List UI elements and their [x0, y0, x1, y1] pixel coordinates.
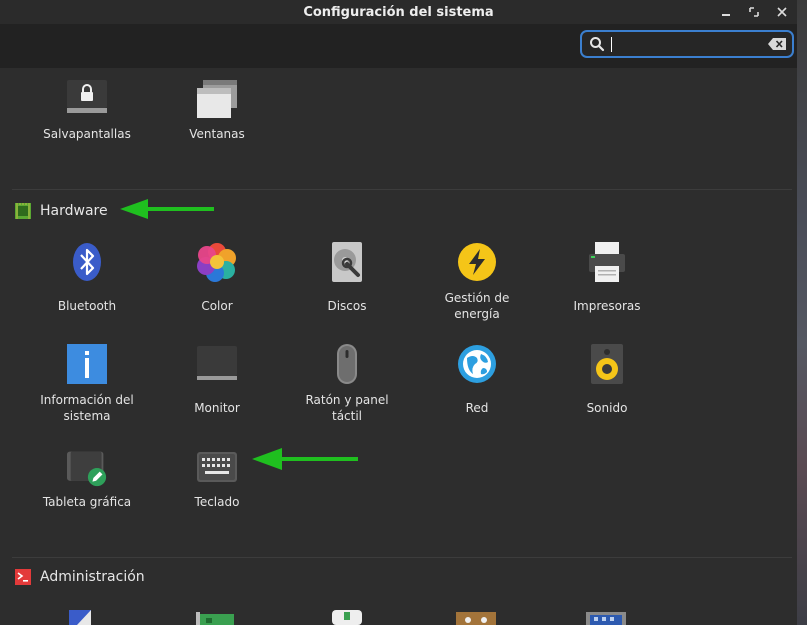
minimize-button[interactable] [717, 3, 735, 21]
settings-item-label: Monitor [194, 401, 240, 415]
settings-item-label: Red [465, 401, 489, 415]
clear-search-icon[interactable] [768, 38, 786, 50]
section-header-hardware: Hardware [14, 202, 108, 220]
partial-admin-icon-4[interactable] [456, 610, 496, 625]
partial-admin-icon-5[interactable] [586, 610, 626, 625]
settings-item-monitor[interactable]: Monitor [152, 344, 282, 424]
info-icon [67, 344, 107, 384]
printer-icon [589, 242, 625, 282]
settings-item-network[interactable]: Red [412, 344, 542, 424]
terminal-icon [15, 569, 31, 585]
settings-item-color[interactable]: Color [152, 242, 282, 322]
settings-item-mouse[interactable]: Ratón y panel táctil [282, 344, 412, 424]
settings-item-screensaver[interactable]: Salvapantallas [22, 78, 152, 148]
section-divider [12, 557, 792, 558]
maximize-icon [749, 7, 759, 17]
partial-admin-icon-1[interactable] [67, 608, 107, 625]
settings-item-label: Gestión de [444, 291, 510, 305]
settings-item-label: energía [454, 307, 500, 321]
settings-item-label: Tableta gráfica [42, 495, 132, 509]
settings-item-graphics-tablet[interactable]: Tableta gráfica [22, 448, 152, 518]
keyboard-icon [197, 452, 237, 482]
settings-item-label: Ratón y panel [305, 393, 389, 407]
desktop-background-edge [797, 0, 807, 625]
settings-item-system-info[interactable]: Información del sistema [22, 344, 152, 424]
speaker-icon [591, 344, 623, 384]
window-controls [717, 0, 791, 24]
chip-icon [15, 203, 31, 219]
search-input[interactable] [616, 34, 750, 56]
settings-item-disks[interactable]: Discos [282, 242, 412, 322]
annotation-arrow-hardware [120, 199, 214, 219]
close-button[interactable] [773, 3, 791, 21]
screensaver-icon [67, 80, 107, 113]
settings-item-label: sistema [63, 409, 111, 423]
partial-admin-icon-3[interactable] [330, 608, 364, 625]
title-bar: Configuración del sistema [0, 0, 797, 24]
maximize-button[interactable] [745, 3, 763, 21]
settings-item-label: táctil [331, 409, 363, 423]
search-field[interactable] [580, 30, 794, 58]
settings-item-label: Ventanas [189, 127, 245, 141]
monitor-icon [197, 346, 237, 380]
mouse-icon [337, 344, 357, 384]
color-icon [197, 243, 236, 282]
settings-item-label: Teclado [194, 495, 240, 509]
windows-icon [197, 80, 237, 118]
window-title: Configuración del sistema [303, 4, 494, 20]
partial-admin-icon-2[interactable] [196, 610, 236, 625]
settings-item-printers[interactable]: Impresoras [542, 242, 672, 322]
power-icon [458, 243, 496, 281]
section-label: Hardware [40, 203, 108, 219]
settings-item-label: Color [201, 299, 233, 313]
settings-item-label: Salvapantallas [43, 127, 131, 141]
settings-item-power[interactable]: Gestión de energía [412, 242, 542, 322]
settings-item-label: Impresoras [573, 299, 641, 313]
minimize-icon [722, 14, 730, 16]
search-bar [0, 24, 797, 68]
section-label: Administración [40, 569, 145, 585]
settings-item-label: Bluetooth [57, 299, 117, 313]
settings-item-label: Discos [327, 299, 367, 313]
disks-icon [332, 242, 362, 282]
settings-item-bluetooth[interactable]: Bluetooth [22, 242, 152, 322]
settings-item-label: Sonido [586, 401, 628, 415]
settings-content: Salvapantallas Ventanas Hardware Bluetoo… [0, 68, 797, 625]
settings-item-windows[interactable]: Ventanas [152, 78, 282, 148]
close-icon [777, 7, 787, 17]
text-cursor [611, 37, 612, 52]
section-header-administration: Administración [14, 568, 145, 586]
graphics-tablet-icon [67, 451, 107, 487]
section-divider [12, 189, 792, 190]
network-globe-icon [458, 345, 496, 383]
settings-item-label: Información del [40, 393, 134, 407]
bluetooth-icon [73, 243, 101, 281]
annotation-arrow-keyboard [252, 448, 358, 470]
search-icon [590, 37, 605, 52]
settings-item-sound[interactable]: Sonido [542, 344, 672, 424]
